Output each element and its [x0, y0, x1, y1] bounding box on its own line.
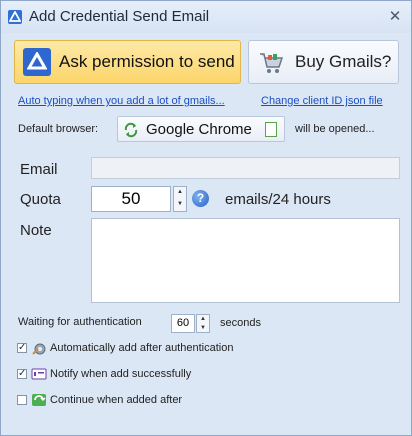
- continue-label[interactable]: Continue when added after: [50, 394, 182, 406]
- refresh-icon: [123, 122, 139, 138]
- waiting-stepper[interactable]: ▲ ▼: [196, 314, 210, 333]
- chevron-down-icon[interactable]: ▼: [197, 324, 209, 333]
- close-icon[interactable]: ✕: [385, 7, 405, 27]
- loop-icon: [31, 392, 47, 408]
- notify-checkbox[interactable]: ✓: [17, 369, 27, 379]
- browser-name: Google Chrome: [146, 121, 252, 138]
- ask-permission-label: Ask permission to send: [59, 52, 235, 71]
- waiting-seconds-input[interactable]: 60: [171, 314, 195, 333]
- help-icon[interactable]: ?: [192, 190, 209, 207]
- auto-add-checkbox[interactable]: ✓: [17, 343, 27, 353]
- shopping-cart-icon: [258, 50, 284, 76]
- quota-unit-text: emails/24 hours: [225, 191, 331, 208]
- quota-input[interactable]: 50: [91, 186, 171, 212]
- app-logo-icon: [8, 10, 22, 24]
- chevron-down-icon[interactable]: ▼: [174, 199, 186, 211]
- default-browser-label: Default browser:: [18, 123, 99, 135]
- add-credential-dialog: Add Credential Send Email ✕ Ask permissi…: [0, 0, 412, 436]
- waiting-unit-text: seconds: [220, 317, 261, 329]
- chevron-up-icon[interactable]: ▲: [174, 187, 186, 199]
- browser-select-button[interactable]: Google Chrome: [117, 116, 285, 142]
- gear-wand-icon: [31, 340, 47, 356]
- notify-label[interactable]: Notify when add successfully: [50, 368, 191, 380]
- continue-checkbox[interactable]: [17, 395, 27, 405]
- auto-typing-link[interactable]: Auto typing when you add a lot of gmails…: [18, 95, 225, 107]
- chevron-up-icon[interactable]: ▲: [197, 315, 209, 324]
- notification-icon: [31, 366, 47, 382]
- note-textarea[interactable]: [91, 218, 400, 303]
- auto-add-label[interactable]: Automatically add after authentication: [50, 342, 233, 354]
- ask-permission-button[interactable]: Ask permission to send: [14, 40, 241, 84]
- buy-gmails-label: Buy Gmails?: [295, 52, 392, 71]
- document-icon: [265, 122, 277, 137]
- quota-label: Quota: [20, 191, 61, 208]
- email-label: Email: [20, 161, 58, 178]
- drive-logo-icon: [23, 48, 51, 76]
- window-title: Add Credential Send Email: [29, 8, 210, 25]
- title-bar[interactable]: Add Credential Send Email ✕: [1, 1, 411, 33]
- buy-gmails-button[interactable]: Buy Gmails?: [248, 40, 399, 84]
- waiting-label: Waiting for authentication: [18, 316, 142, 328]
- change-client-id-link[interactable]: Change client ID json file: [261, 95, 383, 107]
- browser-suffix-text: will be opened...: [295, 123, 375, 135]
- quota-stepper[interactable]: ▲ ▼: [173, 186, 187, 212]
- email-field[interactable]: [91, 157, 400, 179]
- note-label: Note: [20, 222, 52, 239]
